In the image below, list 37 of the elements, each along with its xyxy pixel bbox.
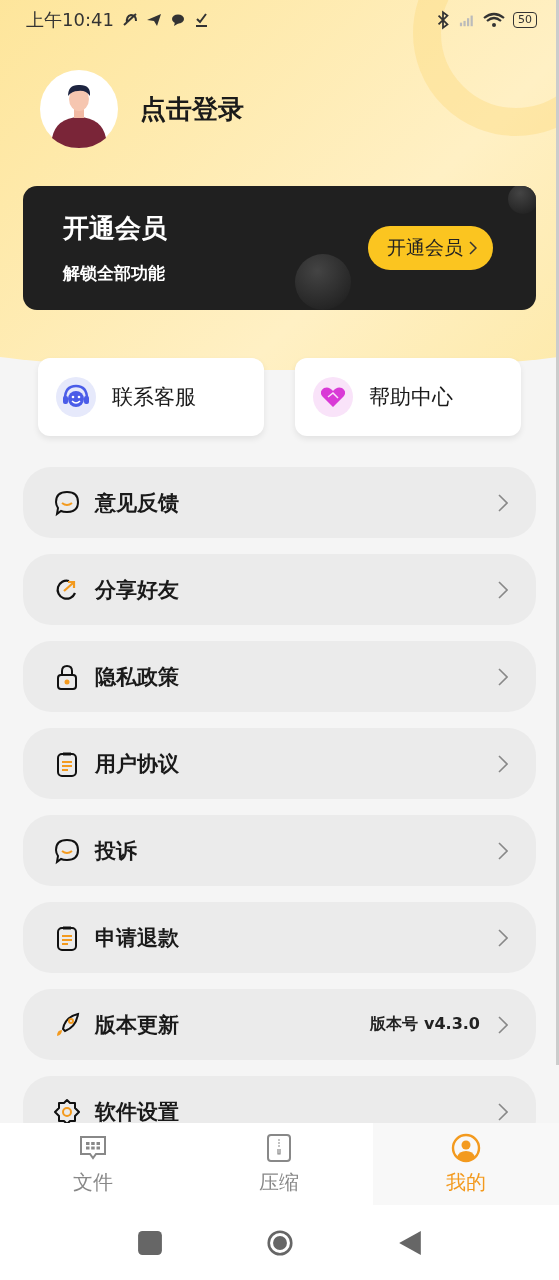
wifi-icon [483, 10, 505, 30]
chevron-right-icon [498, 1015, 508, 1034]
join-membership-button[interactable]: 开通会员 [368, 226, 493, 270]
quick-action-card[interactable]: 联系客服 [38, 358, 264, 436]
membership-subtitle: 解锁全部功能 [63, 262, 166, 285]
user-icon [450, 1132, 481, 1163]
chevron-right-icon [469, 241, 477, 255]
login-link[interactable]: 点击登录 [140, 91, 244, 127]
menu-row[interactable]: 分享好友 [23, 554, 536, 625]
battery-indicator: 50 [513, 12, 537, 28]
menu-row[interactable]: 版本更新 版本号 v4.3.0 [23, 989, 536, 1060]
bluetooth-icon [435, 10, 451, 30]
home-button[interactable] [266, 1229, 293, 1256]
status-time: 上午10:41 [26, 8, 114, 32]
menu-row[interactable]: 隐私政策 [23, 641, 536, 712]
decorative-sphere [295, 254, 351, 310]
chevron-right-icon [498, 841, 508, 860]
headset-icon [56, 377, 96, 417]
chevron-right-icon [498, 928, 508, 947]
membership-title: 开通会员 [63, 212, 168, 245]
chat-bubble-icon [53, 488, 81, 517]
quick-action-card[interactable]: 帮助中心 [295, 358, 521, 436]
recents-button[interactable] [136, 1229, 163, 1256]
menu-row[interactable]: 软件设置 [23, 1076, 536, 1123]
chat-bubble-icon [53, 836, 81, 865]
menu-row[interactable]: 投诉 [23, 815, 536, 886]
chevron-right-icon [498, 1102, 508, 1121]
menu-row[interactable]: 意见反馈 [23, 467, 536, 538]
chevron-right-icon [498, 667, 508, 686]
chevron-right-icon [498, 580, 508, 599]
decorative-sphere [508, 186, 536, 214]
chevron-right-icon [498, 493, 508, 512]
menu-row[interactable]: 用户协议 [23, 728, 536, 799]
gear-icon [53, 1097, 81, 1123]
version-number: 版本号 v4.3.0 [370, 1014, 480, 1035]
menu-row[interactable]: 申请退款 [23, 902, 536, 973]
chevron-right-icon [498, 754, 508, 773]
